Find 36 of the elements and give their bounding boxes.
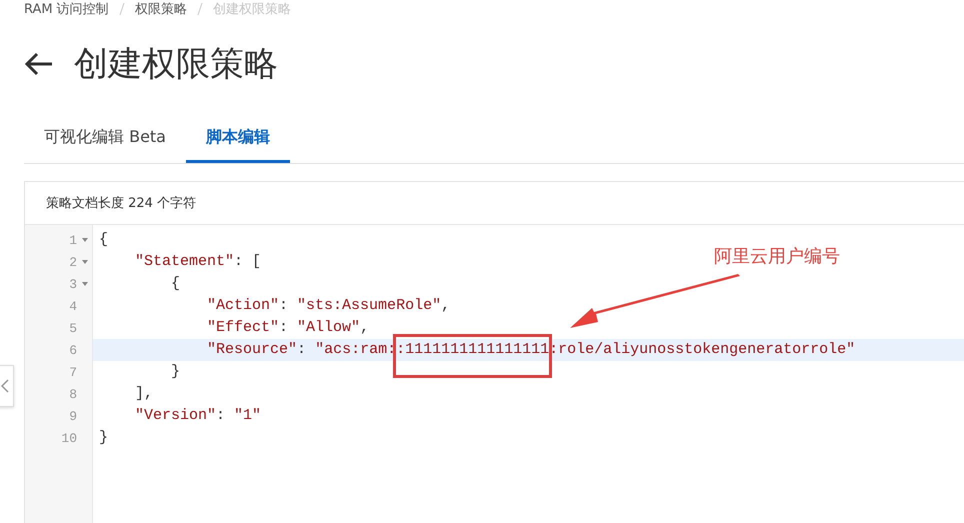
code-line: "Action": "sts:AssumeRole", (206, 296, 450, 316)
chevron-left-icon[interactable] (1, 379, 9, 393)
line-number: 8 (68, 386, 77, 402)
code-line: "Version": "1" (134, 406, 262, 426)
code-line: "Statement": [ (134, 252, 262, 272)
line-number: 2 (68, 254, 77, 270)
annotation-label: 阿里云用户编号 (714, 245, 840, 268)
collapse-handle[interactable] (0, 365, 14, 407)
code-line: ], (134, 384, 154, 404)
breadcrumb-link[interactable]: 权限策略 (134, 0, 187, 18)
line-number: 5 (68, 320, 77, 336)
back-arrow-icon[interactable] (24, 52, 54, 76)
line-number: 4 (68, 298, 77, 314)
code-line: } (170, 362, 180, 382)
code-line: { (99, 230, 108, 250)
breadcrumb-link[interactable]: RAM 访问控制 (24, 0, 109, 18)
line-number: 10 (60, 430, 77, 446)
breadcrumb-current-page: 创建权限策略 (212, 1, 291, 18)
tab[interactable]: 可视化编辑 Beta (24, 114, 186, 163)
code-line: } (99, 428, 108, 448)
line-number: 3 (68, 276, 77, 292)
line-number: 7 (68, 364, 77, 380)
fold-caret-icon[interactable] (82, 282, 88, 286)
line-number: 1 (68, 232, 77, 248)
breadcrumb-separator-icon (118, 3, 125, 15)
line-number: 6 (68, 342, 77, 358)
fold-caret-icon[interactable] (82, 238, 88, 242)
document-length-text: 策略文档长度 224 个字符 (46, 195, 196, 212)
tab[interactable]: 脚本编辑 (186, 114, 290, 163)
page-title: 创建权限策略 (74, 43, 278, 86)
code-line: { (170, 274, 180, 294)
fold-caret-icon[interactable] (82, 260, 88, 264)
code-line: "Resource": "acs:ram::1111111111111111:role/aliyunosstokengeneratorrole" (206, 340, 856, 360)
code-line: "Effect": "Allow", (206, 318, 370, 338)
line-number: 9 (68, 408, 77, 424)
breadcrumb-separator-icon (196, 3, 203, 15)
